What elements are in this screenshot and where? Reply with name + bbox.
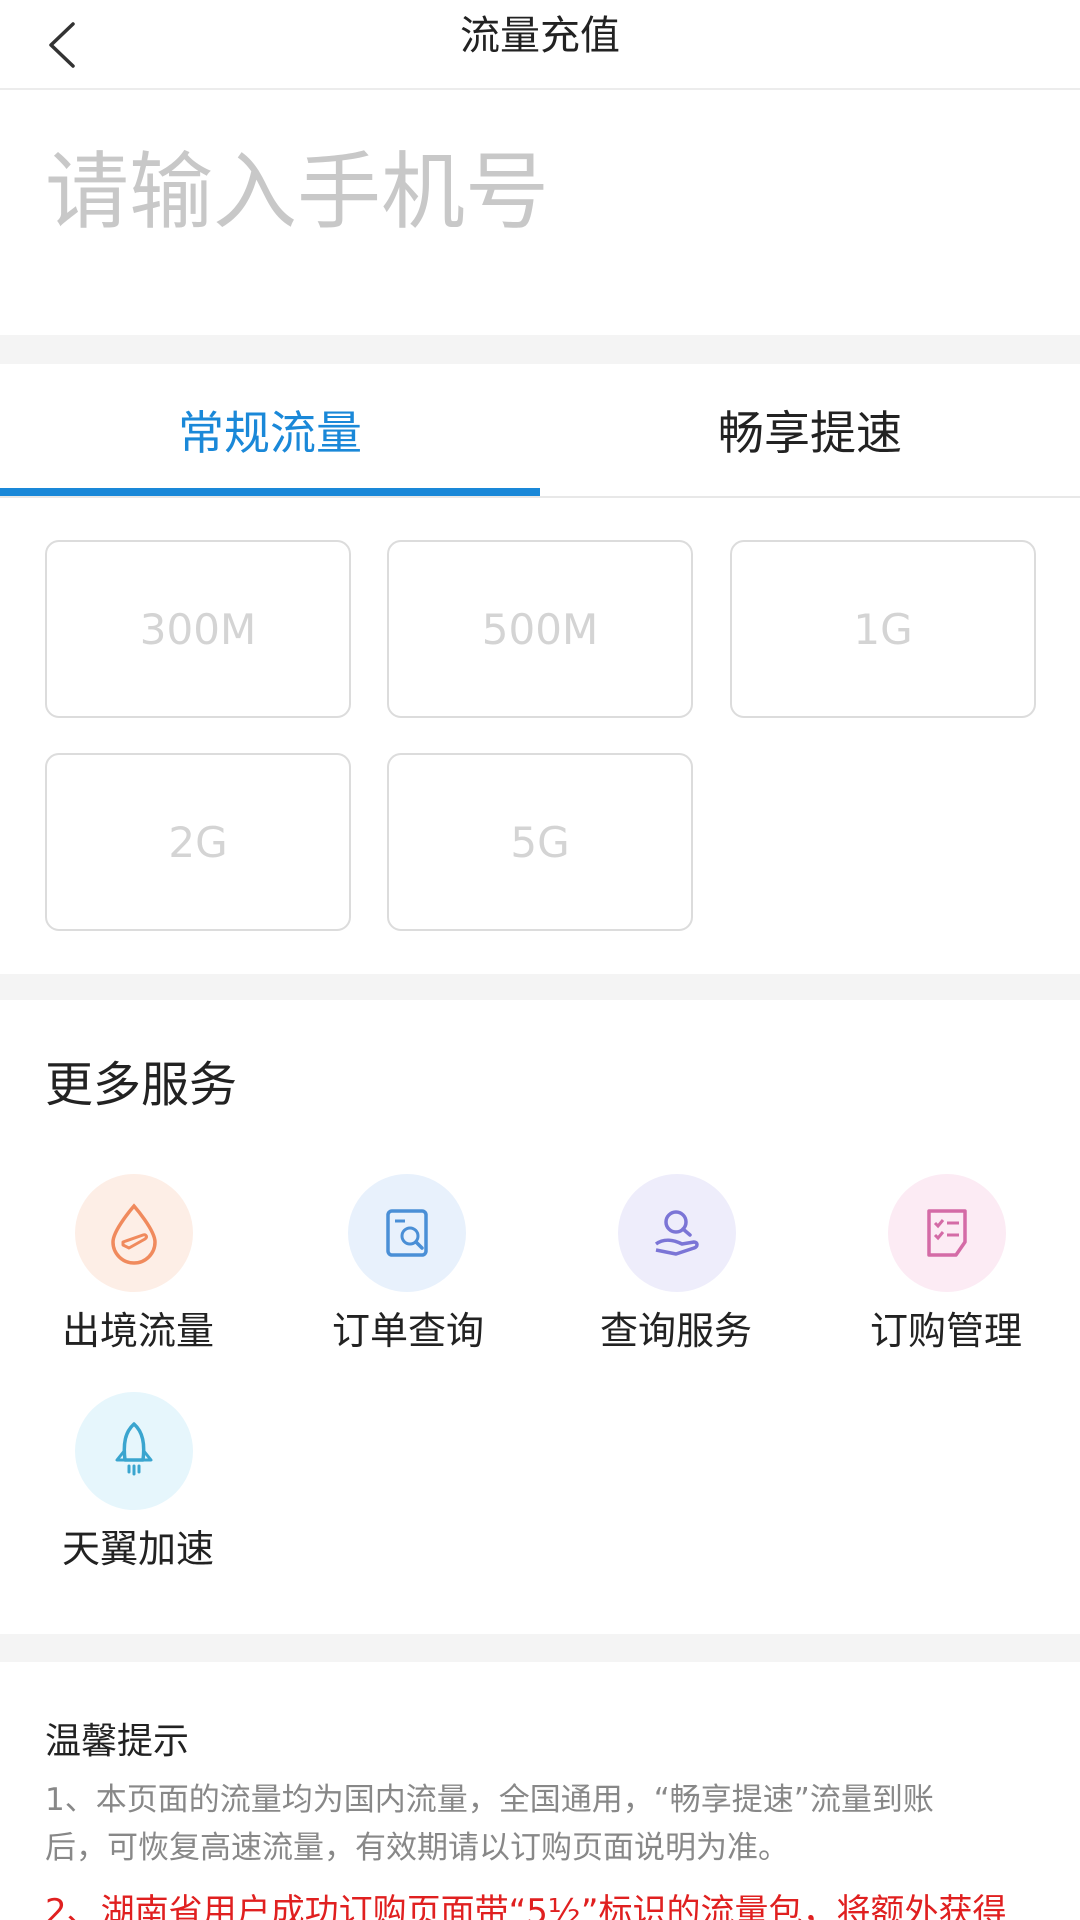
tab-regular-traffic[interactable]: 常规流量 xyxy=(0,364,540,496)
search-service-icon xyxy=(618,1174,736,1292)
more-services-section: 更多服务 出境流量 订单查询 查询服务 订购管理 天翼加速 xyxy=(0,1000,1080,1634)
tab-speed-boost[interactable]: 畅享提速 xyxy=(540,364,1080,496)
service-label: 出境流量 xyxy=(62,1309,215,1353)
service-tianyi-acceleration[interactable]: 天翼加速 xyxy=(62,1392,292,1582)
order-search-icon xyxy=(348,1174,466,1292)
package-option[interactable]: 2G xyxy=(45,753,351,931)
package-grid: 300M 500M 1G 2G 5G xyxy=(0,500,1080,974)
tips-title: 温馨提示 xyxy=(45,1721,190,1762)
package-option[interactable]: 5G xyxy=(387,753,693,931)
top-nav-bar: 流量充值 xyxy=(0,0,1080,90)
checklist-icon xyxy=(888,1174,1006,1292)
traffic-type-tabs: 常规流量 畅享提速 xyxy=(0,364,1080,498)
phone-input-section xyxy=(0,92,1080,335)
tips-section: 温馨提示 1、本页面的流量均为国内流量，全国通用，“畅享提速”流量到账 后，可恢… xyxy=(0,1662,1080,1920)
service-order-query[interactable]: 订单查询 xyxy=(332,1174,562,1364)
service-label: 查询服务 xyxy=(600,1309,753,1353)
section-title: 更多服务 xyxy=(45,1057,238,1113)
service-query[interactable]: 查询服务 xyxy=(600,1174,830,1364)
section-divider xyxy=(0,1634,1080,1662)
page-title: 流量充值 xyxy=(460,13,620,59)
service-label: 天翼加速 xyxy=(62,1527,215,1571)
service-label: 订购管理 xyxy=(870,1309,1023,1353)
droplet-plane-icon xyxy=(75,1174,193,1292)
phone-number-input[interactable] xyxy=(45,132,1045,252)
service-subscription-management[interactable]: 订购管理 xyxy=(870,1174,1080,1364)
tip-text: 后，可恢复高速流量，有效期请以订购页面说明为准。 xyxy=(45,1830,789,1866)
tip-text: 1、本页面的流量均为国内流量，全国通用，“畅享提速”流量到账 xyxy=(45,1782,934,1818)
active-tab-indicator xyxy=(0,488,540,496)
section-divider xyxy=(0,335,1080,364)
service-overseas-traffic[interactable]: 出境流量 xyxy=(62,1174,292,1364)
section-divider xyxy=(0,974,1080,1000)
tip-highlight-text: 2、湖南省用户成功订购页面带“5½”标识的流量包，将额外获得 xyxy=(45,1892,1007,1920)
service-label: 订单查询 xyxy=(332,1309,485,1353)
package-option[interactable]: 500M xyxy=(387,540,693,718)
package-option[interactable]: 1G xyxy=(730,540,1036,718)
rocket-icon xyxy=(75,1392,193,1510)
package-option[interactable]: 300M xyxy=(45,540,351,718)
